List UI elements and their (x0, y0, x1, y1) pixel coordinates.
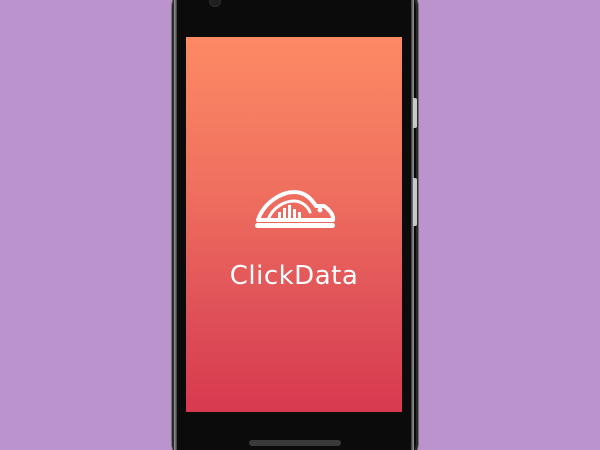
stage: ClickData (0, 0, 600, 450)
phone-rim-left (174, 0, 177, 450)
splash-screen: ClickData (186, 37, 402, 412)
power-button[interactable] (413, 178, 417, 226)
home-indicator[interactable] (249, 440, 341, 446)
volume-button[interactable] (413, 98, 417, 128)
clickdata-logo-icon (255, 190, 336, 228)
app-name: ClickData (229, 261, 359, 291)
